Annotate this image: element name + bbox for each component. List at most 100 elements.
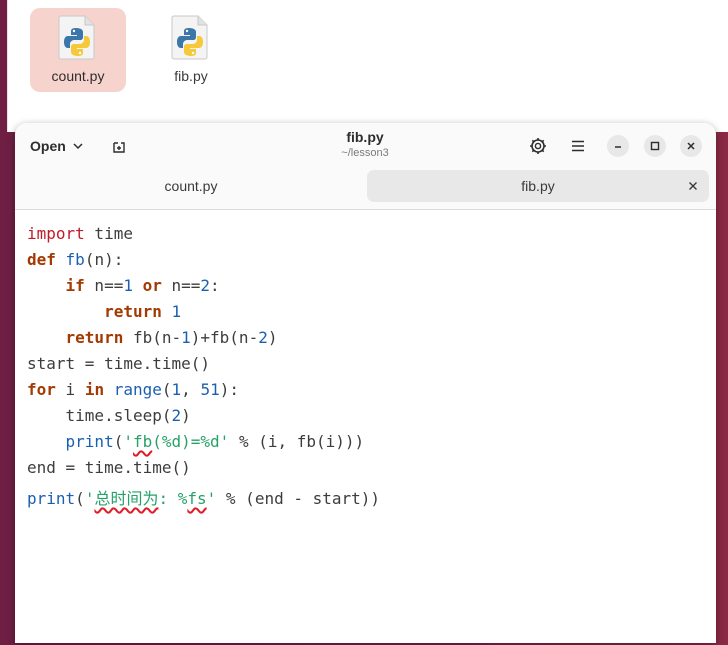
tab-label: fib.py (521, 178, 555, 194)
code-text: ) (181, 406, 191, 425)
keyword: return (65, 328, 124, 347)
code-line-11: print('总时间为: %fs' % (end - start)) (27, 486, 706, 512)
code-text: fb(n- (123, 328, 182, 347)
number: 51 (200, 380, 220, 399)
chevron-down-icon (73, 143, 83, 150)
keyword: for (27, 380, 56, 399)
window-title-block: fib.py ~/lesson3 (265, 129, 465, 160)
keyword: return (104, 302, 162, 321)
tab-label: count.py (164, 178, 218, 194)
new-tab-button[interactable] (107, 135, 131, 159)
code-line-4: return 1 (27, 299, 706, 325)
string-literal: ' (206, 489, 217, 508)
code-text: : (210, 276, 220, 295)
keyword: in (84, 380, 105, 399)
tab-close-button[interactable] (685, 178, 701, 194)
code-line-2: def fb(n): (27, 247, 706, 273)
spellcheck-word: fb (132, 432, 153, 451)
string-literal: ' (84, 489, 95, 508)
number: 2 (258, 328, 268, 347)
keyword: or (132, 276, 162, 295)
close-icon (687, 142, 695, 150)
code-text: time.sleep( (65, 406, 172, 425)
text-editor-window: Open fib.py ~/lesson3 count.py fib.py im… (15, 123, 716, 643)
header-bar: Open fib.py ~/lesson3 (15, 123, 716, 169)
new-tab-icon (113, 142, 125, 153)
window-title: fib.py (346, 129, 384, 145)
keyword: def (27, 250, 56, 269)
code-line-5: return fb(n-1)+fb(n-2) (27, 325, 706, 351)
code-text: ) (267, 328, 278, 347)
function-name: fb (65, 250, 85, 269)
code-text: )+fb(n- (190, 328, 259, 347)
settings-button[interactable] (525, 133, 551, 159)
keyword: if (65, 276, 85, 295)
code-text: ( (113, 432, 124, 451)
code-text: n== (84, 276, 124, 295)
minimize-button[interactable] (607, 135, 629, 157)
maximize-button[interactable] (644, 135, 666, 157)
keyword: import (27, 224, 85, 243)
hamburger-menu-icon (572, 140, 584, 152)
code-line-10: end = time.time() (27, 455, 706, 481)
string-literal: ' (123, 432, 133, 451)
number: 1 (171, 380, 182, 399)
code-text: (n): (84, 250, 124, 269)
builtin: print (65, 432, 114, 451)
file-manager-window: count.py fib.py (7, 0, 728, 132)
builtin: range (113, 380, 162, 399)
number: 2 (171, 406, 182, 425)
tab-fib-py[interactable]: fib.py (367, 170, 709, 202)
code-text: ( (161, 380, 172, 399)
code-text: ): (219, 380, 239, 399)
string-literal: : % (158, 489, 188, 508)
code-text: end = time.time() (27, 458, 191, 477)
code-text: time (84, 224, 133, 243)
code-line-7: for i in range(1, 51): (27, 377, 706, 403)
gear-icon (530, 138, 546, 154)
file-label: fib.py (174, 68, 208, 84)
code-text: % (end - start)) (216, 489, 381, 508)
code-text: ( (75, 489, 85, 508)
number: 1 (123, 276, 133, 295)
open-button[interactable]: Open (23, 133, 91, 159)
code-text: , (181, 380, 201, 399)
main-menu-button[interactable] (565, 133, 591, 159)
code-line-1: import time (27, 221, 706, 247)
tab-count-py[interactable]: count.py (23, 170, 359, 202)
spellcheck-word: fs (187, 489, 207, 508)
close-button[interactable] (680, 135, 702, 157)
maximize-icon (650, 141, 660, 151)
code-editor[interactable]: import time def fb(n): if n==1 or n==2: … (27, 221, 706, 512)
code-text: start = time.time() (27, 354, 211, 373)
spellcheck-word: 总时间为 (94, 489, 159, 508)
file-label: count.py (51, 68, 105, 84)
string-literal: (%d)=%d' (152, 432, 230, 451)
number: 1 (181, 328, 191, 347)
number: 1 (171, 302, 182, 321)
code-line-6: start = time.time() (27, 351, 706, 377)
number: 2 (200, 276, 211, 295)
python-file-icon (171, 15, 208, 60)
open-button-label: Open (30, 138, 66, 154)
code-line-3: if n==1 or n==2: (27, 273, 706, 299)
file-count-py[interactable]: count.py (30, 8, 126, 92)
code-text: % (i, fb(i))) (229, 432, 365, 451)
file-fib-py[interactable]: fib.py (143, 8, 239, 92)
code-line-9: print('fb(%d)=%d' % (i, fb(i))) (27, 429, 706, 455)
tab-close-icon (689, 182, 697, 190)
code-text: n== (161, 276, 201, 295)
minimize-icon (615, 146, 621, 148)
window-subtitle: ~/lesson3 (341, 147, 389, 159)
code-text: i (55, 380, 85, 399)
tab-bar: count.py fib.py (15, 169, 716, 210)
builtin: print (27, 489, 76, 508)
